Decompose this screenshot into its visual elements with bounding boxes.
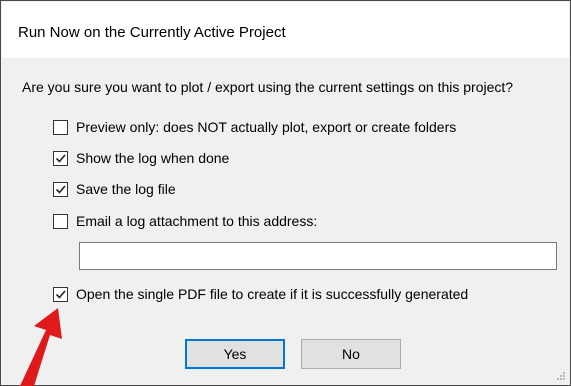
option-save-log[interactable]: Save the log file: [53, 179, 176, 199]
confirmation-prompt: Are you sure you want to plot / export u…: [22, 79, 514, 95]
checkmark-icon: [55, 289, 66, 299]
preview-only-label: Preview only: does NOT actually plot, ex…: [76, 119, 457, 135]
email-log-label: Email a log attachment to this address:: [76, 213, 318, 229]
option-email-log[interactable]: Email a log attachment to this address:: [53, 211, 317, 231]
checkmark-icon: [55, 153, 66, 163]
dialog-title: Run Now on the Currently Active Project: [18, 24, 286, 41]
preview-only-checkbox[interactable]: [53, 119, 68, 135]
resize-grip-icon[interactable]: [554, 369, 566, 381]
open-pdf-label: Open the single PDF file to create if it…: [76, 286, 469, 302]
no-button[interactable]: No: [301, 339, 401, 369]
email-address-input[interactable]: [79, 242, 557, 270]
save-log-label: Save the log file: [76, 181, 176, 197]
red-arrow-icon: [20, 308, 62, 386]
option-show-log[interactable]: Show the log when done: [53, 148, 229, 168]
title-bar[interactable]: Run Now on the Currently Active Project: [2, 2, 569, 58]
show-log-checkbox[interactable]: [53, 150, 68, 166]
show-log-label: Show the log when done: [76, 150, 230, 166]
dialog-window: Run Now on the Currently Active Project …: [0, 0, 571, 386]
checkmark-icon: [55, 184, 66, 194]
option-preview-only[interactable]: Preview only: does NOT actually plot, ex…: [53, 117, 456, 137]
annotation-arrow-shape: [20, 308, 62, 386]
option-open-pdf[interactable]: Open the single PDF file to create if it…: [53, 284, 468, 304]
yes-button[interactable]: Yes: [185, 339, 285, 369]
save-log-checkbox[interactable]: [53, 181, 68, 197]
email-log-checkbox[interactable]: [53, 213, 68, 229]
